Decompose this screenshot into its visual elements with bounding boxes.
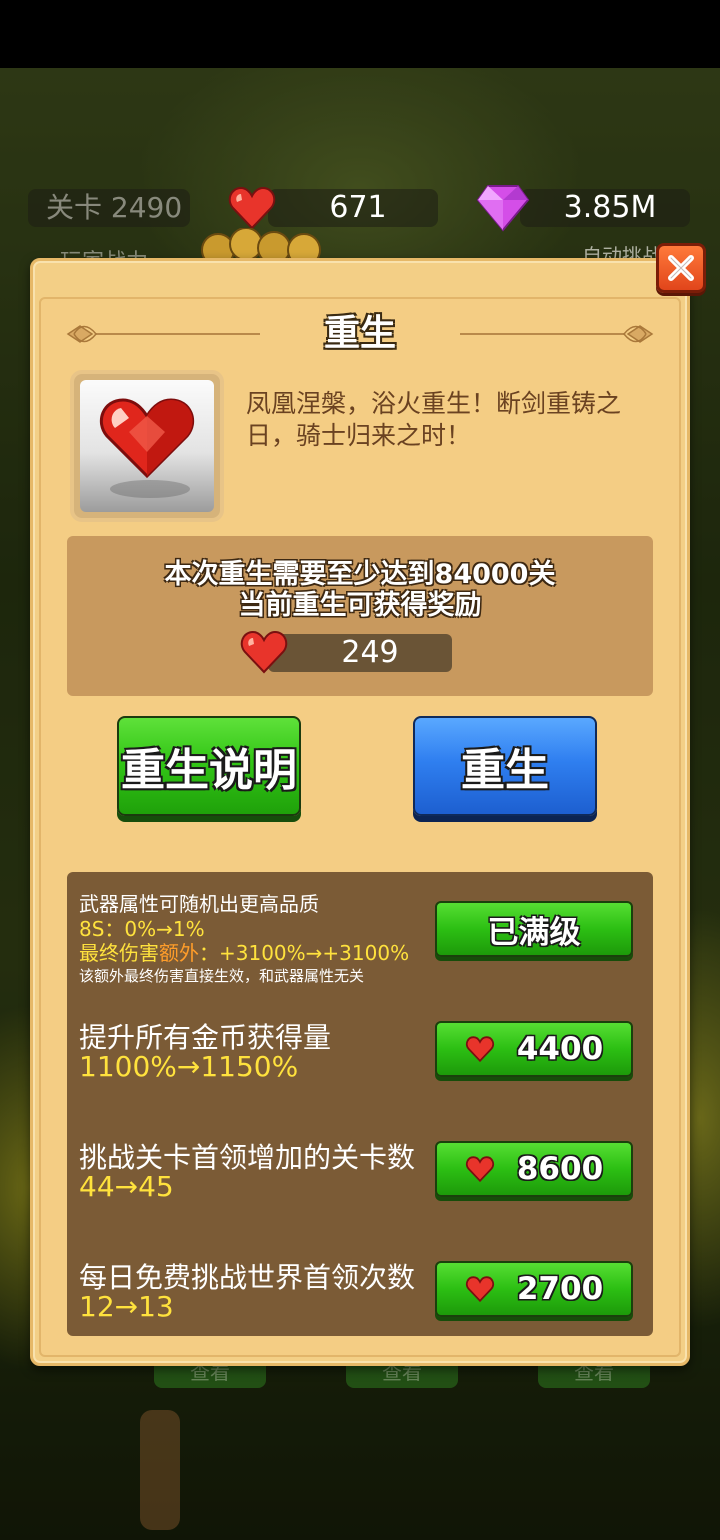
damage-extra: 额外: [159, 941, 199, 965]
close-button[interactable]: [656, 243, 706, 293]
upgrade-weapon-note: 该额外最终伤害直接生效，和武器属性无关: [79, 967, 365, 985]
level-label: 关卡 2490: [46, 191, 183, 224]
heart-currency-icon: [228, 186, 276, 230]
rebirth-button[interactable]: 重生: [413, 716, 597, 816]
rebirth-item-slot: [80, 380, 214, 512]
upgrade-weapon-damage-line: 最终伤害额外：+3100%→+3100%: [79, 937, 409, 966]
upgrade-boss-levels-value: 44→45: [79, 1170, 174, 1203]
upgrade-gold-value: 1100%→1150%: [79, 1050, 299, 1083]
rebirth-description: 凤凰涅槃，浴火重生！断剑重铸之日，骑士归来之时！: [246, 389, 622, 450]
background-pole: [140, 1410, 180, 1530]
heart-cost-icon: [465, 1276, 494, 1302]
damage-value: ：+3100%→+3100%: [199, 941, 410, 965]
upgrade-boss-levels-button[interactable]: 8600: [435, 1141, 633, 1197]
reward-amount: 249: [268, 634, 452, 672]
upgrade-world-boss-cost: 2700: [516, 1271, 604, 1307]
big-heart-icon: [100, 398, 194, 479]
hearts-count: 671: [329, 190, 387, 225]
upgrade-gold-cost: 4400: [516, 1031, 604, 1067]
gem-icon: [476, 185, 530, 232]
upgrade-weapon-maxed-button[interactable]: 已满级: [435, 901, 633, 957]
item-shadow: [110, 480, 190, 498]
close-icon: [668, 255, 694, 281]
title-ornament-right: [460, 325, 654, 343]
upgrade-boss-levels-cost: 8600: [516, 1151, 604, 1187]
rebirth-item-frame: [70, 370, 224, 522]
reward-label: 当前重生可获得奖励: [238, 590, 482, 621]
upgrade-gold-button[interactable]: 4400: [435, 1021, 633, 1077]
heart-cost-icon: [465, 1156, 494, 1182]
heart-cost-icon: [465, 1036, 494, 1062]
rebirth-explain-button[interactable]: 重生说明: [117, 716, 301, 816]
reward-heart-icon: [240, 630, 288, 674]
upgrade-world-boss-button[interactable]: 2700: [435, 1261, 633, 1317]
gems-count: 3.85M: [563, 190, 657, 225]
upgrade-world-boss-value: 12→13: [79, 1290, 174, 1323]
damage-prefix: 最终伤害: [79, 941, 159, 965]
